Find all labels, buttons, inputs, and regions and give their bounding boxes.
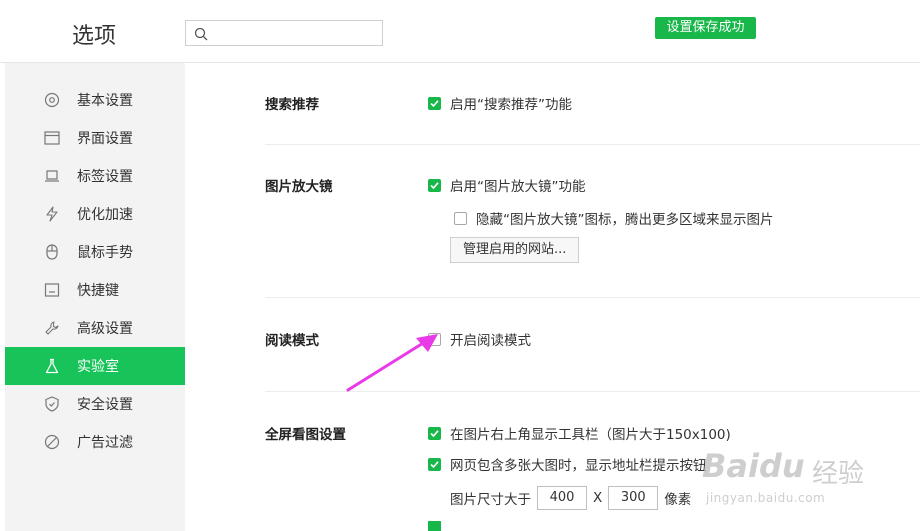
sidebar-item-label: 鼠标手势 (77, 245, 133, 261)
image-height-input[interactable]: 300 (608, 486, 659, 510)
wrench-icon (43, 319, 61, 337)
magnifier-hide-icon-option[interactable]: 隐藏“图片放大镜”图标，腾出更多区域来显示图片 (454, 208, 774, 228)
magnifier-hide-icon-label: 隐藏“图片放大镜”图标，腾出更多区域来显示图片 (476, 212, 774, 228)
image-size-label: 图片尺寸大于 (450, 492, 531, 508)
mouse-icon (43, 243, 61, 261)
divider (265, 144, 920, 145)
magnifier-enable-label: 启用“图片放大镜”功能 (450, 179, 586, 195)
image-size-row: 图片尺寸大于 400 X 300 像素 (450, 486, 691, 510)
sidebar-item-label: 标签设置 (77, 169, 133, 185)
fullscreen-addressbar-option[interactable]: 网页包含多张大图时，显示地址栏提示按钮 (428, 454, 707, 474)
magnifier-hide-icon-checkbox[interactable] (454, 211, 467, 225)
sidebar-item-shortcuts[interactable]: 快捷键 (5, 271, 185, 309)
search-rec-checkbox[interactable] (428, 96, 441, 110)
sidebar-item-basic[interactable]: 基本设置 (5, 81, 185, 119)
search-input[interactable] (185, 20, 383, 46)
image-width-input[interactable]: 400 (537, 486, 587, 510)
sidebar-item-label: 高级设置 (77, 321, 133, 337)
sidebar-item-label: 快捷键 (77, 283, 119, 299)
fullscreen-toolbar-checkbox[interactable] (428, 426, 441, 440)
sidebar-item-advanced[interactable]: 高级设置 (5, 309, 185, 347)
section-title-magnifier: 图片放大镜 (265, 179, 333, 195)
section-title-fullscreen: 全屏看图设置 (265, 427, 346, 443)
size-unit-label: 像素 (664, 492, 692, 508)
fullscreen-next-option[interactable] (428, 521, 450, 531)
keyboard-icon (43, 281, 61, 299)
section-title-reading: 阅读模式 (265, 333, 319, 349)
sidebar-item-gestures[interactable]: 鼠标手势 (5, 233, 185, 271)
save-success-toast: 设置保存成功 (655, 17, 756, 39)
fullscreen-toolbar-label: 在图片右上角显示工具栏（图片大于150x100) (450, 427, 731, 443)
sidebar-item-label: 安全设置 (77, 397, 133, 413)
fullscreen-addressbar-checkbox[interactable] (428, 457, 441, 471)
sidebar-item-label: 界面设置 (77, 131, 133, 147)
magnifier-enable-option[interactable]: 启用“图片放大镜”功能 (428, 175, 586, 195)
sidebar: 基本设置 界面设置 标签设置 优化加速 鼠标手势 快捷键 高级设置 实验室 安全… (5, 63, 185, 531)
fullscreen-toolbar-option[interactable]: 在图片右上角显示工具栏（图片大于150x100) (428, 423, 731, 443)
search-rec-label: 启用“搜索推荐”功能 (450, 97, 572, 113)
fullscreen-next-checkbox[interactable] (428, 521, 441, 531)
shield-icon (43, 395, 61, 413)
size-separator: X (593, 490, 603, 506)
sidebar-item-tabs[interactable]: 标签设置 (5, 157, 185, 195)
search-rec-option[interactable]: 启用“搜索推荐”功能 (428, 93, 572, 113)
divider (265, 297, 920, 298)
flask-icon (43, 357, 61, 375)
sidebar-item-speedup[interactable]: 优化加速 (5, 195, 185, 233)
sidebar-item-label: 基本设置 (77, 93, 133, 109)
top-bar: 选项 设置保存成功 (0, 0, 920, 63)
fullscreen-addressbar-label: 网页包含多张大图时，显示地址栏提示按钮 (450, 458, 707, 474)
sidebar-item-label: 实验室 (77, 359, 119, 375)
magnifier-enable-checkbox[interactable] (428, 178, 441, 192)
sidebar-item-interface[interactable]: 界面设置 (5, 119, 185, 157)
reading-mode-label: 开启阅读模式 (450, 333, 531, 349)
settings-panel: 搜索推荐 启用“搜索推荐”功能 图片放大镜 启用“图片放大镜”功能 隐藏“图片放… (185, 63, 920, 531)
page-title: 选项 (72, 24, 117, 49)
search-icon (194, 27, 208, 41)
lightning-icon (43, 205, 61, 223)
gear-icon (43, 91, 61, 109)
sidebar-item-adblock[interactable]: 广告过滤 (5, 423, 185, 461)
sidebar-item-label: 广告过滤 (77, 435, 133, 451)
window-icon (43, 129, 61, 147)
ban-icon (43, 433, 61, 451)
sidebar-item-lab[interactable]: 实验室 (5, 347, 185, 385)
manage-sites-button[interactable]: 管理启用的网站... (450, 237, 580, 263)
sidebar-item-label: 优化加速 (77, 207, 133, 223)
tab-icon (43, 167, 61, 185)
section-title-search-rec: 搜索推荐 (265, 97, 319, 113)
annotation-arrow (346, 334, 438, 392)
sidebar-item-security[interactable]: 安全设置 (5, 385, 185, 423)
